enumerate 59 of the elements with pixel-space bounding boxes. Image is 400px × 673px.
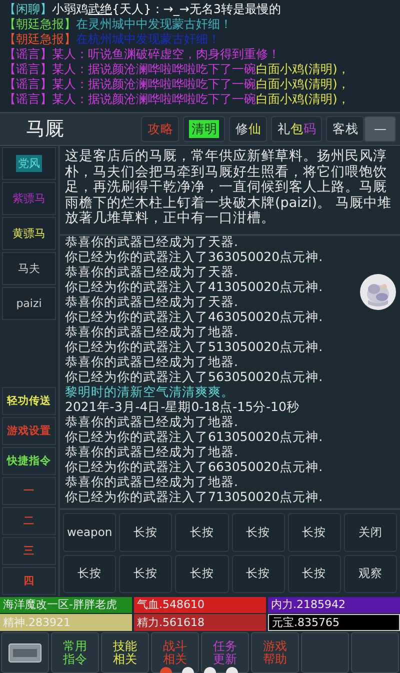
log-line: 恭喜你的武器已经成为了地器. bbox=[65, 354, 239, 369]
input-button[interactable] bbox=[1, 632, 49, 673]
stat-bar: 精神.283921 bbox=[0, 614, 132, 631]
shortcut-button[interactable]: 长按 bbox=[232, 554, 285, 593]
log-line: 你已经为你的武器注入了713050020点元神. bbox=[65, 489, 324, 504]
shortcut-button[interactable]: 长按 bbox=[175, 554, 228, 593]
log-line: 恭喜你的武器已经成为了地器. bbox=[65, 414, 239, 429]
chat-message: 【谣言】某人：据说颜沧澜哗啦哗啦吃下了一碗白面小鸡(清明)， bbox=[4, 77, 350, 92]
stat-bar: 海洋魔改一区-胖胖老虎 bbox=[0, 597, 132, 612]
log-line: 恭喜你的武器已经成为了地器. bbox=[65, 324, 239, 339]
sidebar-item[interactable]: paizi bbox=[2, 287, 56, 320]
chat-message: 【闲聊】小弱鸡武绝{天人}：→_→无名3转是最慢的 bbox=[4, 2, 282, 17]
shortcut-button[interactable]: 长按 bbox=[119, 513, 172, 552]
header-button[interactable]: 清明 bbox=[183, 116, 226, 142]
shortcut-button[interactable]: 长按 bbox=[175, 513, 228, 552]
log-line: 你已经为你的武器注入了513050020点元神. bbox=[65, 339, 324, 354]
chat-message: 【朝廷急报】在灵州城中中发现蒙古奸细！ bbox=[4, 17, 233, 32]
header-button[interactable]: 客栈 bbox=[326, 116, 364, 142]
chat-message: 【朝廷急报】在杭州城中发现蒙古奸细！ bbox=[4, 32, 221, 47]
log-line: 恭喜你的武器已经成为了地器. bbox=[65, 444, 239, 459]
shortcut-button[interactable]: 长按 bbox=[63, 554, 116, 593]
shortcut-button[interactable]: 长按 bbox=[288, 554, 341, 593]
log-line: 你已经为你的武器注入了363050020点元神. bbox=[65, 249, 324, 264]
chat-message: 【谣言】某人：据说颜沧澜哗啦哗啦吃下了一碗白面小鸡(清明)， bbox=[4, 92, 350, 107]
log-line: 你已经为你的武器注入了463050020点元神. bbox=[65, 309, 324, 324]
log-line: 你已经为你的武器注入了563050020点元神. bbox=[65, 369, 324, 384]
shortcut-button[interactable]: 关闭 bbox=[344, 513, 397, 552]
sidebar-item[interactable]: 马夫 bbox=[2, 252, 56, 285]
header-button[interactable]: 修仙 bbox=[229, 116, 268, 142]
menu-item[interactable]: 快捷指令 bbox=[2, 447, 56, 475]
chat-message: 【谣言】某人：听说鱼渊破碎虚空，肉身得到重修！ bbox=[4, 47, 281, 62]
log-line: 2021年-3月-4日-星期0-18点-15分-10秒 bbox=[65, 399, 300, 414]
shortcut-button[interactable]: weapon bbox=[63, 513, 116, 552]
sidebar-item[interactable]: 黄骠马 bbox=[2, 217, 56, 250]
stat-bar: 精力.561618 bbox=[134, 614, 266, 631]
stat-bar: 气血.548610 bbox=[134, 597, 266, 612]
shortcut-button[interactable]: 观察 bbox=[344, 554, 397, 593]
keyboard-icon bbox=[8, 642, 42, 662]
log-line: 你已经为你的武器注入了413050020点元神. bbox=[65, 279, 324, 294]
menu-item[interactable]: 轻功传送 bbox=[2, 387, 56, 415]
log-line: 黎明时的清新空气清清爽爽。 bbox=[65, 384, 235, 399]
log-line: 你已经为你的武器注入了613050020点元神. bbox=[65, 429, 324, 444]
log-line: 恭喜你的武器已经成为了地器. bbox=[65, 474, 239, 489]
shortcut-button[interactable]: 长按 bbox=[119, 554, 172, 593]
log-line: 恭喜你的武器已经成为了天器. bbox=[65, 264, 239, 279]
room-title: 马厩 bbox=[25, 117, 65, 142]
log-line: 你已经为你的武器注入了663050020点元神. bbox=[65, 459, 324, 474]
bottom-tab[interactable]: 技能相关 bbox=[101, 632, 149, 673]
log-line: 恭喜你的武器已经成为了天器. bbox=[65, 294, 239, 309]
stat-bar: 内力.2185942 bbox=[268, 597, 400, 612]
room-description: 这是客店后的马厩，常年供应新鲜草料。扬州民风淳朴，马夫们会把马牵到马厩好生照看，将它们喂饱饮足，再洗刷得干乾净净，一直伺候到客人上路。马厩雨檐下的烂木柱上钉着一块破木牌(paizi)。 马厩中堆放著几堆草料，正中有一口泔槽。 bbox=[60, 146, 400, 236]
log-line: 恭喜你的武器已经成为了天器. bbox=[65, 236, 239, 249]
bottom-tab[interactable]: 常用指令 bbox=[51, 632, 99, 673]
minimize-button[interactable]: — bbox=[364, 116, 396, 142]
stat-bar: 元宝.835765 bbox=[268, 614, 400, 631]
header-button[interactable]: 礼包码 bbox=[271, 116, 322, 142]
shortcut-button[interactable]: 长按 bbox=[288, 513, 341, 552]
shortcut-button[interactable]: 长按 bbox=[232, 513, 285, 552]
chat-message: 【谣言】某人：据说颜沧澜哗啦哗啦吃下了一碗白面小鸡(清明)， bbox=[4, 62, 350, 77]
